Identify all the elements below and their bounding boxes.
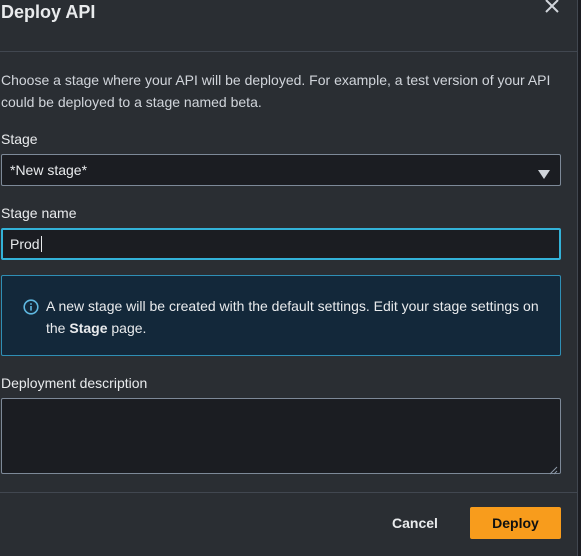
intro-text: Choose a stage where your API will be de… [1, 72, 551, 110]
close-icon[interactable] [542, 0, 562, 14]
info-icon [23, 299, 39, 315]
deploy-button[interactable]: Deploy [470, 507, 561, 539]
stage-name-input[interactable]: Prod [1, 228, 561, 260]
modal-title: Deploy API [1, 2, 96, 22]
stage-link-text: Stage [69, 320, 108, 336]
description-textarea[interactable] [1, 398, 561, 474]
resize-handle-icon[interactable] [548, 462, 558, 475]
modal-header: Deploy API [0, 0, 578, 52]
cancel-button[interactable]: Cancel [384, 508, 446, 538]
info-text-part: page. [107, 320, 147, 336]
stage-select-value: *New stage* [10, 162, 88, 178]
info-text: A new stage will be created with the def… [46, 295, 546, 339]
info-alert: A new stage will be created with the def… [1, 275, 561, 356]
description-label: Deployment description [1, 375, 148, 391]
stage-name-value: Prod [10, 236, 40, 252]
caret-down-icon [538, 166, 550, 179]
text-cursor [41, 236, 42, 252]
stage-label: Stage [1, 131, 38, 147]
stage-select[interactable]: *New stage* [1, 154, 561, 186]
stage-name-label: Stage name [1, 205, 77, 221]
deploy-api-modal: Deploy API Choose a stage where your API… [0, 0, 578, 556]
